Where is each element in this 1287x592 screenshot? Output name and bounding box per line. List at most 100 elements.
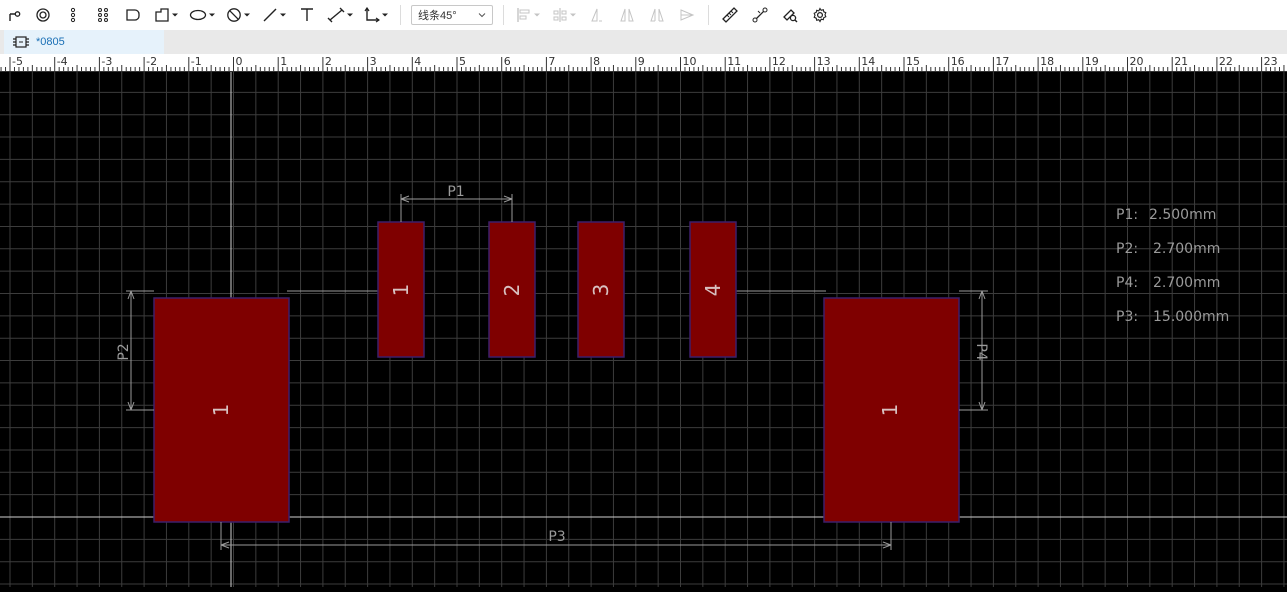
dimension-tool-icon bbox=[327, 7, 344, 23]
line-mode-select[interactable]: 线条45° bbox=[411, 5, 493, 25]
mirror-vertical-button[interactable] bbox=[612, 3, 642, 27]
distribute-button[interactable] bbox=[546, 3, 582, 27]
settings-button[interactable] bbox=[805, 3, 835, 27]
small-pad-2[interactable]: 2 bbox=[488, 221, 536, 358]
param-value: 15.000mm bbox=[1153, 309, 1229, 325]
chevron-down-icon bbox=[279, 13, 286, 17]
inspect-button[interactable] bbox=[775, 3, 805, 27]
pad-grid-tool-button[interactable] bbox=[88, 3, 118, 27]
toolbar-divider bbox=[503, 5, 504, 25]
ruler-label: 18 bbox=[1040, 55, 1054, 68]
ruler-label: 17 bbox=[995, 55, 1009, 68]
ruler-label: 20 bbox=[1130, 55, 1144, 68]
flip-icon bbox=[650, 8, 664, 22]
line-tool-button[interactable] bbox=[256, 3, 292, 27]
connect-button[interactable] bbox=[745, 3, 775, 27]
dimension-label: P1 bbox=[447, 184, 464, 200]
pad-grid-tool-icon bbox=[98, 8, 108, 22]
tab-footprint[interactable]: *0805 bbox=[4, 30, 164, 54]
ruler-label: 16 bbox=[951, 55, 965, 68]
ruler-label: -2 bbox=[146, 55, 157, 68]
mirror-vertical-icon bbox=[620, 8, 634, 22]
ruler-label: 23 bbox=[1264, 55, 1278, 68]
axis-tool-button[interactable] bbox=[358, 3, 394, 27]
ruler-label: 9 bbox=[638, 55, 645, 68]
ellipse-tool-button[interactable] bbox=[184, 3, 220, 27]
rotate-button[interactable] bbox=[672, 3, 702, 27]
param-label: P2: bbox=[1116, 241, 1138, 257]
distribute-icon bbox=[553, 8, 566, 22]
ruler-label: 3 bbox=[370, 55, 377, 68]
chevron-down-icon bbox=[346, 13, 353, 17]
axis-tool-icon bbox=[364, 7, 380, 23]
footprint-icon bbox=[13, 36, 29, 48]
pad-number: 1 bbox=[389, 284, 413, 297]
chevron-down-icon bbox=[208, 13, 215, 17]
ruler-label: 8 bbox=[593, 55, 600, 68]
dimension-label: P2 bbox=[116, 343, 132, 360]
pad-number: 1 bbox=[878, 404, 902, 417]
circle-tool-button[interactable] bbox=[220, 3, 256, 27]
large-pad-left[interactable]: 1 bbox=[153, 297, 290, 523]
param-label: P4: bbox=[1116, 275, 1138, 291]
footprint-drawing[interactable]: 1 1 1 2 3 4 P1 P2 P4 P3 P1: 2.500mm P2: … bbox=[0, 72, 1287, 587]
tab-bar: *0805 bbox=[0, 30, 1287, 54]
param-value: 2.700mm bbox=[1153, 275, 1220, 291]
ruler-scale: -5 -4 -3 -2 -1 0 1 2 3 4 5 6 7 8 9 10 11 12 13 14 15 16 17 18 19… bbox=[0, 55, 1287, 72]
ruler-icon bbox=[722, 7, 738, 23]
flip-button[interactable] bbox=[642, 3, 672, 27]
pad-number: 4 bbox=[701, 284, 725, 297]
tab-label: *0805 bbox=[36, 36, 65, 48]
ruler-label: 12 bbox=[772, 55, 786, 68]
ruler-label: -4 bbox=[57, 55, 68, 68]
param-value: 2.700mm bbox=[1153, 241, 1220, 257]
line-tool-icon bbox=[263, 8, 276, 22]
pad-tool-button[interactable] bbox=[28, 3, 58, 27]
toolbar: 线条45° bbox=[0, 0, 1287, 30]
dimension-tool-button[interactable] bbox=[322, 3, 358, 27]
ruler-label: 15 bbox=[906, 55, 920, 68]
measure-button[interactable] bbox=[715, 3, 745, 27]
horizontal-ruler: -5 -4 -3 -2 -1 0 1 2 3 4 5 6 7 8 9 10 11 12 13 14 15 16 17 18 19… bbox=[0, 54, 1287, 72]
wire-tool-button[interactable] bbox=[2, 3, 28, 27]
polygon-tool-button[interactable] bbox=[148, 3, 184, 27]
ruler-label: 10 bbox=[683, 55, 697, 68]
small-pad-4[interactable]: 4 bbox=[689, 221, 737, 358]
ruler-label: 2 bbox=[325, 55, 332, 68]
pad-tool-icon bbox=[36, 8, 50, 22]
dimension-p4: P4 bbox=[959, 290, 989, 411]
pad-number: 2 bbox=[500, 284, 524, 297]
chevron-down-icon bbox=[569, 13, 576, 17]
ruler-label: 0 bbox=[236, 55, 243, 68]
rounded-rect-tool-button[interactable] bbox=[118, 3, 148, 27]
ruler-label: 19 bbox=[1085, 55, 1099, 68]
mirror-horizontal-button[interactable] bbox=[582, 3, 612, 27]
ruler-label: 13 bbox=[817, 55, 831, 68]
param-label: P1: bbox=[1116, 207, 1138, 223]
text-tool-button[interactable] bbox=[292, 3, 322, 27]
chevron-down-icon bbox=[533, 13, 540, 17]
large-pad-right[interactable]: 1 bbox=[823, 297, 960, 523]
text-tool-icon bbox=[301, 8, 313, 21]
pad-row-tool-button[interactable] bbox=[58, 3, 88, 27]
align-button[interactable] bbox=[510, 3, 546, 27]
line-mode-value: 线条45° bbox=[418, 10, 457, 22]
ruler-label: -3 bbox=[101, 55, 112, 68]
connect-pads-icon bbox=[752, 7, 768, 23]
ruler-label: -5 bbox=[12, 55, 23, 68]
ellipse-tool-icon bbox=[189, 9, 206, 21]
ruler-label: 4 bbox=[414, 55, 421, 68]
ruler-label: -1 bbox=[191, 55, 202, 68]
pcb-canvas[interactable]: 1 1 1 2 3 4 P1 P2 P4 P3 P1: 2.500mm P2: … bbox=[0, 72, 1287, 587]
pad-row-tool-icon bbox=[70, 7, 76, 23]
mirror-horizontal-icon bbox=[591, 8, 602, 22]
chevron-down-icon bbox=[171, 13, 178, 17]
small-pad-1[interactable]: 1 bbox=[377, 221, 425, 358]
small-pad-3[interactable]: 3 bbox=[577, 221, 625, 358]
circle-tool-icon bbox=[226, 8, 241, 22]
pad-number: 1 bbox=[209, 404, 233, 417]
dimension-p3: P3 bbox=[220, 522, 892, 550]
polygon-tool-icon bbox=[154, 8, 169, 22]
param-label: P3: bbox=[1116, 309, 1138, 325]
ruler-label: 11 bbox=[727, 55, 741, 68]
